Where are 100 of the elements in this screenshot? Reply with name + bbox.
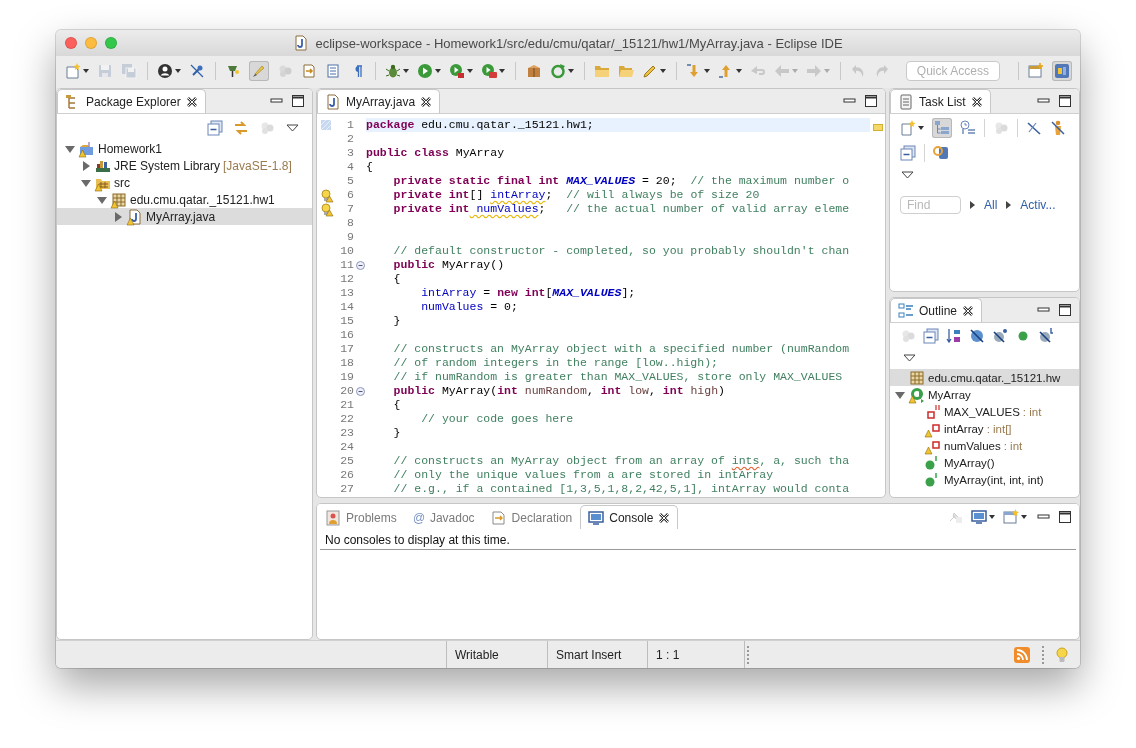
code-line: // default constructor - completed, so you probably shouldn't chan bbox=[392, 244, 851, 258]
code-line: private int numValues; // the actual number of valid array eleme bbox=[392, 202, 851, 216]
caret-icon[interactable] bbox=[1021, 512, 1027, 521]
box-icon[interactable] bbox=[525, 63, 542, 79]
view-tab[interactable]: Task List bbox=[890, 89, 991, 113]
caret-icon[interactable] bbox=[918, 124, 924, 132]
view-tab[interactable]: Declaration bbox=[482, 505, 581, 529]
monitor-icon bbox=[588, 509, 605, 526]
fold-icon[interactable] bbox=[355, 386, 365, 396]
tree-item[interactable]: MAX_VALUES : int bbox=[890, 403, 1079, 420]
line-number: 10 bbox=[339, 244, 354, 258]
tree-item[interactable]: Homework1 bbox=[57, 140, 312, 157]
hide-static-icon[interactable] bbox=[992, 328, 1008, 344]
collapsed-arrow-icon[interactable] bbox=[80, 159, 92, 172]
view-tab[interactable]: MyArray.java bbox=[317, 89, 441, 113]
close-icon[interactable] bbox=[970, 95, 983, 108]
quick-access-field[interactable]: Quick Access bbox=[905, 61, 1000, 81]
triangle-icon[interactable] bbox=[969, 200, 976, 210]
close-icon[interactable] bbox=[658, 511, 671, 524]
close-icon[interactable] bbox=[420, 95, 433, 108]
window-title: eclipse-workspace - Homework1/src/edu/cmu/qatar/_15121/hw1/MyArray.java - Eclipse IDE bbox=[315, 35, 843, 51]
maximize-icon[interactable] bbox=[865, 95, 877, 107]
maximize-icon[interactable] bbox=[292, 95, 304, 107]
collapse-all-icon[interactable] bbox=[900, 145, 916, 161]
clock-list-icon[interactable] bbox=[960, 120, 976, 136]
tree-item[interactable]: numValues : int bbox=[890, 437, 1079, 454]
status-field: Writable bbox=[447, 641, 548, 668]
triangle-icon[interactable] bbox=[1005, 200, 1013, 210]
view-tab[interactable]: Console bbox=[580, 505, 679, 529]
window-plus-icon[interactable] bbox=[1028, 63, 1044, 79]
line-number: 20 bbox=[339, 384, 354, 398]
code-line: public class MyArray bbox=[366, 146, 506, 160]
tree-item[interactable]: MyArray.java bbox=[57, 208, 312, 225]
line-number: 15 bbox=[339, 314, 354, 328]
caret-icon[interactable] bbox=[659, 67, 666, 75]
tree-item[interactable]: src bbox=[57, 174, 312, 191]
tree-item[interactable]: MyArray(int, int, int) bbox=[890, 471, 1079, 488]
window-close-button[interactable] bbox=[65, 37, 77, 49]
hide-fields-icon[interactable] bbox=[969, 328, 985, 344]
caret-icon[interactable] bbox=[735, 67, 742, 75]
caret-icon[interactable] bbox=[403, 67, 410, 75]
bug-icon[interactable] bbox=[385, 63, 402, 79]
document-arrow-icon[interactable] bbox=[301, 63, 318, 79]
tree-item[interactable]: edu.cmu.qatar._15121.hw1 bbox=[57, 191, 312, 208]
outline-icon bbox=[898, 302, 914, 319]
line-number: 7 bbox=[346, 202, 354, 216]
tree-item[interactable]: MyArray() bbox=[890, 454, 1079, 471]
sync-icon[interactable] bbox=[933, 145, 949, 161]
caret-icon[interactable] bbox=[567, 67, 574, 75]
collapse-all-icon[interactable] bbox=[923, 328, 939, 344]
monitor-icon[interactable] bbox=[971, 508, 987, 525]
maximize-icon[interactable] bbox=[1059, 95, 1071, 107]
view-tab[interactable]: Problems bbox=[317, 505, 405, 529]
view-tab[interactable]: Outline bbox=[890, 298, 983, 322]
maximize-icon[interactable] bbox=[1059, 304, 1071, 316]
collapse-all-icon[interactable] bbox=[207, 120, 223, 136]
crossed-line-icon[interactable] bbox=[1026, 120, 1042, 136]
person-slash-icon[interactable] bbox=[1050, 120, 1066, 136]
collapsed-arrow-icon[interactable] bbox=[112, 210, 124, 223]
caret-icon[interactable] bbox=[175, 67, 182, 75]
line-number: 9 bbox=[346, 230, 354, 244]
sort-icon[interactable] bbox=[946, 328, 962, 344]
filter-link[interactable]: Activ... bbox=[1020, 198, 1056, 212]
maximize-icon[interactable] bbox=[1059, 510, 1071, 523]
code-line: // if numRandom is greater than MAX_VALUES, store only MAX_VALUES bbox=[392, 370, 844, 384]
code-line: } bbox=[392, 314, 402, 328]
play-case-icon[interactable] bbox=[481, 63, 498, 79]
code-line: { bbox=[392, 272, 402, 286]
view-tab[interactable]: Package Explorer bbox=[57, 89, 206, 113]
tree-item[interactable]: edu.cmu.qatar._15121.hw bbox=[890, 369, 1079, 386]
close-icon[interactable] bbox=[185, 95, 198, 108]
close-icon[interactable] bbox=[962, 304, 975, 317]
view-tab[interactable]: @ Javadoc bbox=[404, 505, 483, 529]
run-icon[interactable] bbox=[417, 63, 434, 79]
caret-icon[interactable] bbox=[703, 67, 710, 75]
declaration-icon bbox=[490, 509, 507, 526]
status-field: 1 : 1 bbox=[648, 641, 745, 668]
line-number: 8 bbox=[346, 216, 354, 230]
java-file-icon bbox=[325, 93, 341, 110]
lamp-icon[interactable] bbox=[225, 63, 242, 79]
code-line: numValues = 0; bbox=[420, 300, 519, 314]
tree-item[interactable]: JRE System Library [JavaSE-1.8] bbox=[57, 157, 312, 174]
caret-icon[interactable] bbox=[435, 67, 442, 75]
hide-local-icon[interactable] bbox=[1038, 328, 1054, 344]
caret-icon[interactable] bbox=[499, 67, 506, 75]
caret-icon[interactable] bbox=[989, 512, 995, 521]
line-number: 3 bbox=[346, 146, 354, 160]
filter-link[interactable]: All bbox=[984, 198, 998, 212]
line-number: 2 bbox=[346, 132, 354, 146]
tree-item[interactable]: intArray : int[] bbox=[890, 420, 1079, 437]
caret-icon[interactable] bbox=[83, 67, 89, 75]
tree-item[interactable]: MyArray bbox=[890, 386, 1079, 403]
fold-icon[interactable] bbox=[355, 260, 365, 270]
line-number: 1 bbox=[346, 118, 354, 132]
console-message: No consoles to display at this time. bbox=[320, 529, 1076, 550]
caret-icon[interactable] bbox=[467, 67, 474, 75]
find-field[interactable]: Find bbox=[900, 196, 961, 214]
person-icon[interactable] bbox=[157, 63, 174, 79]
warning-marker bbox=[873, 124, 883, 131]
crossed-pin-icon[interactable] bbox=[189, 63, 206, 79]
